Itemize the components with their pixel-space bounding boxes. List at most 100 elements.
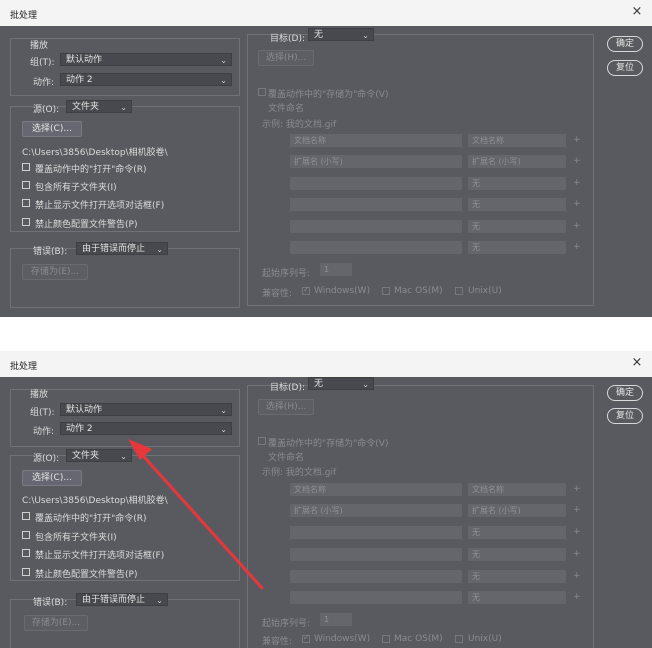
- naming-field-left-5[interactable]: [290, 570, 462, 583]
- plus-icon: +: [573, 221, 581, 231]
- reset-button[interactable]: 复位: [607, 408, 643, 424]
- save-as-button[interactable]: 存储为(E)...: [22, 264, 88, 280]
- unix-label: Unix(U): [468, 286, 502, 296]
- naming-field-left-4[interactable]: [290, 198, 462, 211]
- naming-field-left-3[interactable]: [290, 177, 462, 190]
- chevron-down-icon: ⌄: [156, 596, 163, 605]
- select-target-button[interactable]: 选择(H)...: [258, 399, 314, 415]
- plus-icon: +: [573, 156, 581, 166]
- naming-field-right-4[interactable]: 无: [468, 548, 566, 561]
- unix-checkbox[interactable]: [455, 635, 463, 643]
- unix-checkbox[interactable]: [455, 287, 463, 295]
- override-save-checkbox[interactable]: [258, 88, 266, 96]
- naming-field-right-5[interactable]: 无: [468, 570, 566, 583]
- group-select[interactable]: 默认动作 ⌄: [60, 403, 232, 416]
- naming-field-right-5[interactable]: 无: [468, 220, 566, 233]
- naming-field-left-5[interactable]: [290, 220, 462, 233]
- override-open-checkbox[interactable]: [22, 163, 30, 171]
- file-naming-label: 文件命名: [268, 453, 305, 463]
- override-open-label: 覆盖动作中的"打开"命令(R): [35, 514, 147, 524]
- mac-label: Mac OS(M): [394, 286, 443, 296]
- file-naming-label: 文件命名: [268, 104, 305, 114]
- source-select[interactable]: 文件夹 ⌄: [66, 100, 132, 113]
- naming-field-right-6[interactable]: 无: [468, 241, 566, 254]
- action-select[interactable]: 动作 2 ⌄: [60, 73, 232, 86]
- suppress-open-dialog-checkbox[interactable]: [22, 199, 30, 207]
- action-select-value: 动作 2: [66, 75, 93, 85]
- source-select-value: 文件夹: [72, 451, 100, 461]
- target-label: 目标(D):: [270, 34, 305, 44]
- chevron-down-icon: ⌄: [362, 31, 369, 40]
- ok-button[interactable]: 确定: [607, 385, 643, 401]
- group-select[interactable]: 默认动作 ⌄: [60, 53, 232, 66]
- reset-button[interactable]: 复位: [607, 60, 643, 76]
- override-save-checkbox[interactable]: [258, 437, 266, 445]
- mac-checkbox[interactable]: [382, 287, 390, 295]
- plus-icon: +: [573, 527, 581, 537]
- naming-field-left-2[interactable]: 扩展名 (小写): [290, 504, 462, 517]
- group-select-value: 默认动作: [66, 405, 103, 415]
- naming-field-left-1[interactable]: 文档名称: [290, 483, 462, 496]
- compat-label: 兼容性:: [262, 637, 293, 647]
- override-open-label: 覆盖动作中的"打开"命令(R): [35, 165, 147, 175]
- naming-field-right-2[interactable]: 扩展名 (小写): [468, 504, 566, 517]
- chevron-down-icon: ⌄: [362, 380, 369, 389]
- source-select[interactable]: 文件夹 ⌄: [66, 449, 132, 462]
- error-select[interactable]: 由于错误而停止 ⌄: [76, 593, 168, 606]
- close-icon[interactable]: ×: [630, 356, 644, 370]
- suppress-open-dialog-label: 禁止显示文件打开选项对话框(F): [35, 201, 165, 211]
- naming-field-left-2[interactable]: 扩展名 (小写): [290, 155, 462, 168]
- play-group-label: 播放: [30, 390, 49, 400]
- save-as-button[interactable]: 存储为(E)...: [24, 615, 88, 631]
- include-subfolders-checkbox[interactable]: [22, 181, 30, 189]
- naming-field-left-3[interactable]: [290, 526, 462, 539]
- suppress-open-dialog-checkbox[interactable]: [22, 549, 30, 557]
- target-select[interactable]: 无 ⌄: [308, 28, 374, 41]
- naming-field-left-1[interactable]: 文档名称: [290, 134, 462, 147]
- naming-field-right-6[interactable]: 无: [468, 591, 566, 604]
- target-select-value: 无: [314, 379, 324, 389]
- choose-source-button[interactable]: 选择(C)...: [22, 121, 82, 137]
- error-select-value: 由于错误而停止: [82, 244, 146, 254]
- suppress-profile-warning-label: 禁止颜色配置文件警告(P): [35, 220, 138, 230]
- naming-field-right-1[interactable]: 文档名称: [468, 134, 566, 147]
- suppress-profile-warning-checkbox[interactable]: [22, 568, 30, 576]
- ok-button[interactable]: 确定: [607, 36, 643, 52]
- naming-field-left-4[interactable]: [290, 548, 462, 561]
- naming-field-left-6[interactable]: [290, 241, 462, 254]
- windows-checkbox[interactable]: [302, 633, 310, 643]
- plus-icon: +: [573, 242, 581, 252]
- plus-icon: +: [573, 178, 581, 188]
- include-subfolders-label: 包含所有子文件夹(I): [35, 183, 117, 193]
- naming-field-right-3[interactable]: 无: [468, 177, 566, 190]
- include-subfolders-checkbox[interactable]: [22, 531, 30, 539]
- dialog-title: 批处理: [10, 362, 38, 372]
- action-select-value: 动作 2: [66, 424, 93, 434]
- windows-label: Windows(W): [314, 286, 371, 296]
- naming-field-left-6[interactable]: [290, 591, 462, 604]
- error-select-value: 由于错误而停止: [82, 595, 146, 605]
- override-open-checkbox[interactable]: [22, 512, 30, 520]
- action-select[interactable]: 动作 2 ⌄: [60, 422, 232, 435]
- dialog-screenshot-bottom: 批处理 × 播放 组(T): 默认动作 ⌄ 动作: 动作 2 ⌄ 源(O): 文件夹…: [0, 351, 652, 648]
- windows-checkbox[interactable]: [302, 285, 310, 295]
- naming-field-right-1[interactable]: 文档名称: [468, 483, 566, 496]
- mac-checkbox[interactable]: [382, 635, 390, 643]
- source-select-value: 文件夹: [72, 102, 100, 112]
- plus-icon: +: [573, 592, 581, 602]
- chevron-down-icon: ⌄: [120, 452, 127, 461]
- choose-source-button[interactable]: 选择(C)...: [22, 470, 82, 486]
- target-select[interactable]: 无 ⌄: [308, 377, 374, 390]
- close-icon[interactable]: ×: [630, 5, 644, 19]
- error-select[interactable]: 由于错误而停止 ⌄: [76, 242, 168, 255]
- chevron-down-icon: ⌄: [220, 56, 227, 65]
- plus-icon: +: [573, 484, 581, 494]
- serial-input[interactable]: 1: [320, 263, 352, 276]
- select-target-button[interactable]: 选择(H)...: [258, 50, 314, 66]
- suppress-profile-warning-checkbox[interactable]: [22, 218, 30, 226]
- naming-field-right-3[interactable]: 无: [468, 526, 566, 539]
- error-label: 错误(B):: [33, 598, 68, 608]
- naming-field-right-4[interactable]: 无: [468, 198, 566, 211]
- serial-input[interactable]: 1: [320, 613, 352, 626]
- naming-field-right-2[interactable]: 扩展名 (小写): [468, 155, 566, 168]
